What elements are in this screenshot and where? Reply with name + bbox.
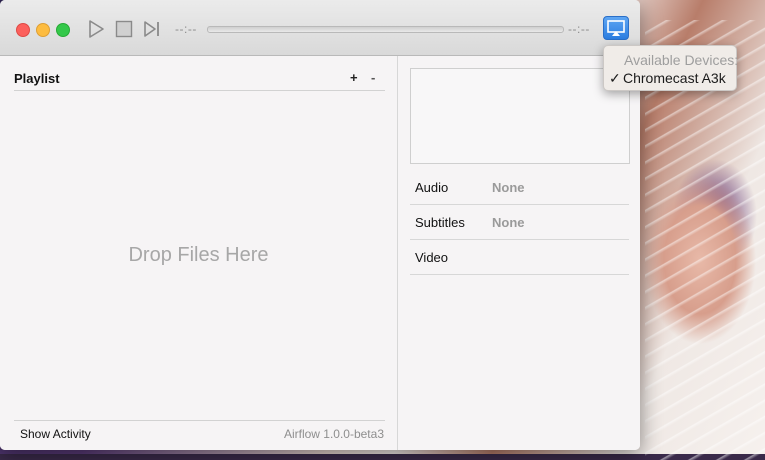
stop-button[interactable] bbox=[114, 19, 134, 39]
subtitles-value[interactable]: None bbox=[492, 215, 525, 230]
version-label: Airflow 1.0.0-beta3 bbox=[283, 427, 384, 441]
divider bbox=[14, 420, 385, 421]
audio-track-row[interactable]: Audio None bbox=[410, 169, 629, 205]
remove-from-playlist-button[interactable]: - bbox=[371, 70, 375, 85]
checkmark-icon: ✓ bbox=[609, 70, 621, 86]
subtitles-track-row[interactable]: Subtitles None bbox=[410, 204, 629, 240]
toolbar: --:-- --:-- bbox=[0, 0, 640, 56]
drop-zone-label[interactable]: Drop Files Here bbox=[0, 244, 397, 267]
airflow-window: --:-- --:-- Playlist + - Drop Files Here… bbox=[0, 0, 640, 450]
video-preview bbox=[410, 68, 630, 164]
minimize-window-button[interactable] bbox=[36, 23, 50, 37]
airplay-button[interactable] bbox=[603, 16, 629, 40]
remaining-time: --:-- bbox=[568, 22, 590, 36]
devices-menu: Available Devices: ✓ Chromecast A3k bbox=[603, 45, 739, 91]
airplay-icon bbox=[607, 20, 625, 36]
elapsed-time: --:-- bbox=[175, 22, 197, 36]
skip-forward-icon bbox=[144, 21, 159, 37]
video-track-row[interactable]: Video bbox=[410, 239, 629, 275]
stop-icon bbox=[115, 20, 133, 38]
add-to-playlist-button[interactable]: + bbox=[350, 70, 358, 85]
play-icon bbox=[89, 20, 104, 38]
audio-label: Audio bbox=[415, 180, 449, 195]
show-activity-button[interactable]: Show Activity bbox=[20, 427, 91, 441]
device-name: Chromecast A3k bbox=[623, 70, 726, 86]
play-button[interactable] bbox=[86, 19, 106, 39]
video-label: Video bbox=[415, 250, 449, 265]
seek-bar[interactable] bbox=[207, 26, 564, 33]
divider bbox=[14, 90, 385, 91]
zoom-window-button[interactable] bbox=[56, 23, 70, 37]
device-menu-item[interactable]: ✓ Chromecast A3k bbox=[609, 70, 726, 87]
playlist-title: Playlist bbox=[14, 71, 60, 86]
audio-value[interactable]: None bbox=[492, 180, 525, 195]
subtitles-label: Subtitles bbox=[415, 215, 465, 230]
info-pane: Audio None Subtitles None Video bbox=[398, 56, 640, 450]
close-window-button[interactable] bbox=[16, 23, 30, 37]
playlist-pane: Playlist + - Drop Files Here Show Activi… bbox=[0, 56, 398, 450]
devices-menu-header: Available Devices: bbox=[624, 52, 739, 68]
next-track-button[interactable] bbox=[142, 19, 162, 39]
